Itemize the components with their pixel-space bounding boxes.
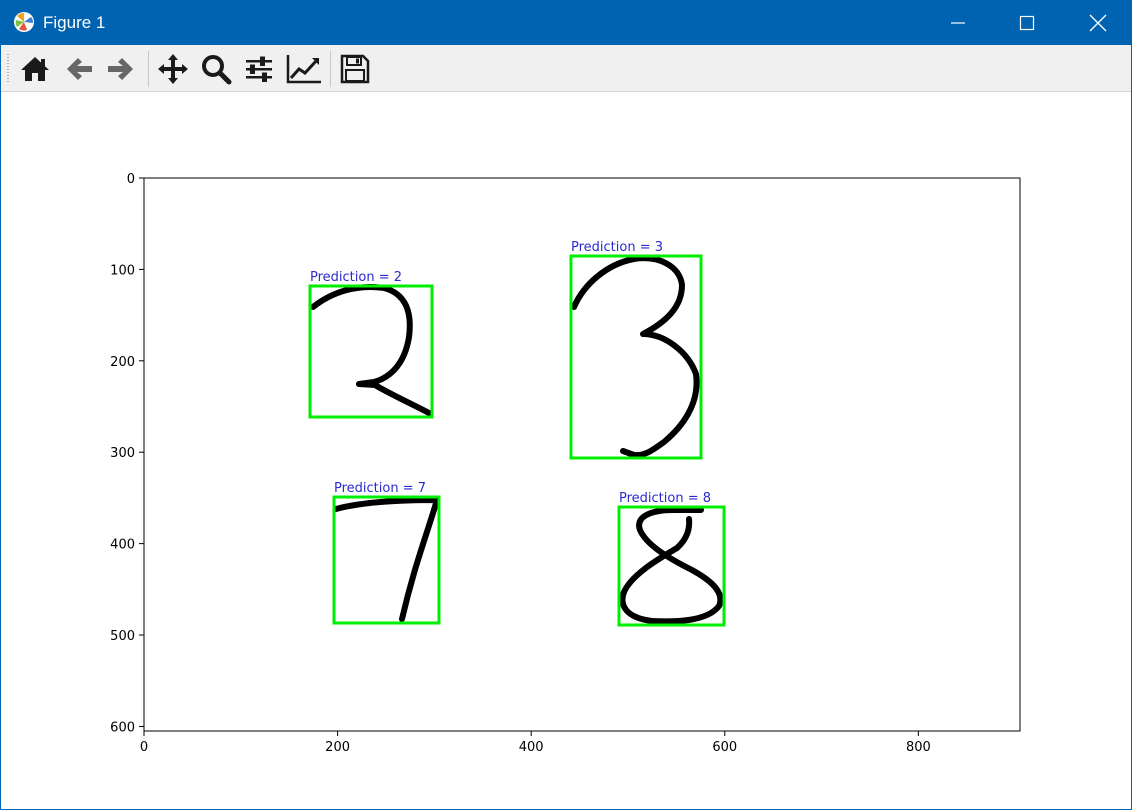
digit-7-stroke bbox=[333, 497, 440, 622]
close-button[interactable] bbox=[1075, 1, 1121, 45]
home-icon bbox=[21, 57, 49, 81]
zoom-button[interactable] bbox=[198, 52, 234, 86]
move-icon bbox=[158, 54, 188, 84]
toolbar-separator bbox=[330, 51, 331, 87]
detections-layer: Prediction = 2 Prediction = 3 Prediction =… bbox=[308, 240, 726, 627]
plot-area[interactable]: Prediction = 2 Prediction = 3 Prediction =… bbox=[2, 92, 1130, 808]
maximize-icon bbox=[1019, 15, 1035, 31]
close-icon bbox=[1089, 14, 1107, 32]
x-tick-label: 800 bbox=[906, 740, 931, 755]
minimize-button[interactable] bbox=[935, 1, 981, 45]
subplots-button[interactable] bbox=[241, 52, 277, 86]
home-button[interactable] bbox=[17, 52, 53, 86]
y-tick-label: 300 bbox=[110, 446, 135, 461]
line-chart-icon bbox=[286, 55, 321, 84]
prediction-label-7: Prediction = 7 bbox=[334, 481, 426, 496]
x-tick-label: 400 bbox=[519, 740, 544, 755]
x-tick-label: 200 bbox=[325, 740, 350, 755]
y-axis: 0 100 200 300 400 500 600 bbox=[110, 172, 144, 735]
toolbar-separator bbox=[148, 51, 149, 87]
detection-box-8 bbox=[617, 505, 726, 627]
figure-canvas[interactable]: Prediction = 2 Prediction = 3 Prediction =… bbox=[2, 92, 1130, 808]
prediction-label-2: Prediction = 2 bbox=[310, 270, 402, 285]
maximize-button[interactable] bbox=[1004, 1, 1050, 45]
axes-frame bbox=[143, 177, 1021, 732]
minimize-icon bbox=[951, 22, 965, 24]
navigation-toolbar bbox=[1, 45, 1131, 92]
y-tick-label: 100 bbox=[110, 263, 135, 278]
save-button[interactable] bbox=[337, 52, 373, 86]
prediction-label-8: Prediction = 8 bbox=[619, 491, 711, 506]
customize-button[interactable] bbox=[284, 52, 321, 86]
figure-window: Figure 1 Prediction = 2 Prediction = 3 P… bbox=[0, 0, 1132, 810]
pan-button[interactable] bbox=[155, 52, 191, 86]
back-button[interactable] bbox=[61, 52, 97, 86]
digit-3-stroke bbox=[571, 255, 700, 459]
floppy-disk-icon bbox=[340, 54, 370, 84]
window-title: Figure 1 bbox=[43, 13, 106, 32]
toolbar-grip[interactable] bbox=[7, 54, 9, 84]
prediction-label-3: Prediction = 3 bbox=[571, 240, 663, 255]
detection-box-2 bbox=[308, 284, 434, 419]
digit-8-stroke bbox=[619, 507, 724, 625]
forward-button[interactable] bbox=[103, 52, 139, 86]
title-bar[interactable]: Figure 1 bbox=[1, 1, 1131, 45]
arrow-right-icon bbox=[108, 58, 133, 80]
x-tick-label: 0 bbox=[140, 740, 148, 755]
y-tick-label: 400 bbox=[110, 538, 135, 553]
arrow-left-icon bbox=[67, 58, 92, 80]
matplotlib-icon bbox=[14, 12, 34, 32]
y-tick-label: 0 bbox=[127, 172, 135, 187]
image-content bbox=[310, 255, 724, 625]
magnifier-icon bbox=[202, 55, 232, 85]
x-tick-label: 600 bbox=[712, 740, 737, 755]
sliders-icon bbox=[246, 56, 272, 82]
y-tick-label: 500 bbox=[110, 629, 135, 644]
digit-2-stroke bbox=[310, 284, 432, 416]
y-tick-label: 600 bbox=[110, 720, 135, 735]
detection-box-7 bbox=[332, 495, 441, 625]
x-axis: 0 200 400 600 800 bbox=[140, 731, 931, 755]
axes bbox=[143, 177, 1021, 732]
y-tick-label: 200 bbox=[110, 355, 135, 370]
